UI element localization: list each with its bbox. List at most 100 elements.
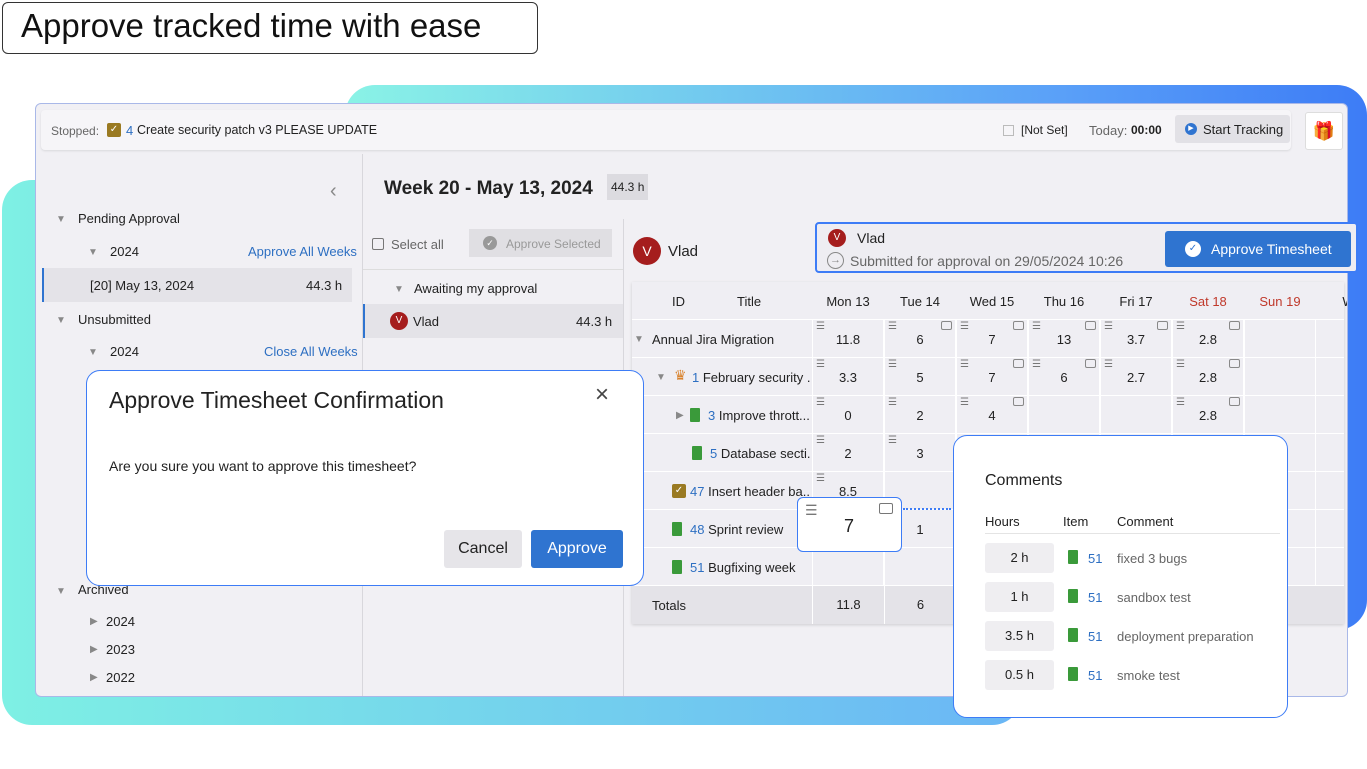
column-header[interactable]: Fri 17 — [1100, 294, 1172, 309]
column-header[interactable]: Sat 18 — [1172, 294, 1244, 309]
hours-cell[interactable]: ☰ 7 — [956, 320, 1028, 358]
timer-log-icon[interactable]: ☰ — [1032, 321, 1041, 333]
comment-icon[interactable] — [1229, 359, 1240, 368]
hours-cell[interactable] — [884, 548, 956, 586]
comment-icon[interactable] — [941, 321, 952, 330]
close-all-weeks-link[interactable]: Close All Weeks — [264, 344, 358, 359]
timer-log-icon[interactable]: ☰ — [816, 473, 825, 485]
hours-cell[interactable]: ☰ 2.8 — [1172, 358, 1244, 396]
timer-log-icon[interactable]: ☰ — [805, 502, 818, 519]
timer-log-icon[interactable]: ☰ — [960, 359, 969, 371]
close-icon[interactable]: × — [595, 381, 609, 409]
task-id[interactable]: 48 — [690, 522, 704, 537]
expand-icon[interactable]: ▶ — [90, 644, 98, 655]
timer-log-icon[interactable]: ☰ — [816, 359, 825, 371]
timer-log-icon[interactable]: ☰ — [888, 397, 897, 409]
expand-icon[interactable]: ▶ — [90, 672, 98, 683]
cancel-button[interactable]: Cancel — [444, 530, 522, 568]
column-header[interactable]: ID — [672, 294, 685, 309]
expand-icon[interactable]: ▼ — [56, 586, 66, 597]
pending-year[interactable]: 2024 — [110, 244, 139, 259]
comment-icon[interactable] — [1013, 397, 1024, 406]
timer-log-icon[interactable]: ☰ — [960, 397, 969, 409]
user-row-vlad[interactable]: V Vlad 44.3 h — [363, 304, 623, 338]
hours-cell[interactable] — [1244, 320, 1316, 358]
hours-cell[interactable]: ☰ 13 — [1028, 320, 1100, 358]
column-header[interactable]: Mon 13 — [812, 294, 884, 309]
task-id[interactable]: 3 — [708, 408, 715, 423]
comment-item-link[interactable]: 51 — [1088, 668, 1102, 683]
comment-hours[interactable]: 3.5 h — [985, 621, 1054, 651]
timer-log-icon[interactable]: ☰ — [1104, 359, 1113, 371]
column-header[interactable]: Title — [737, 294, 761, 309]
hours-cell[interactable]: ☰ 2.8 — [1172, 396, 1244, 434]
timer-log-icon[interactable]: ☰ — [888, 321, 897, 333]
comment-icon[interactable] — [879, 503, 893, 514]
comment-item-link[interactable]: 51 — [1088, 629, 1102, 644]
expand-icon[interactable]: ▼ — [56, 315, 66, 326]
timer-log-icon[interactable]: ☰ — [888, 359, 897, 371]
comment-icon[interactable] — [1229, 321, 1240, 330]
comment-icon[interactable] — [1157, 321, 1168, 330]
column-header[interactable]: Tue 14 — [884, 294, 956, 309]
hours-cell[interactable]: ☰ 2 — [812, 434, 884, 472]
task-id[interactable]: 1 — [692, 370, 699, 385]
approve-all-weeks-link[interactable]: Approve All Weeks — [248, 244, 357, 259]
not-set-label[interactable]: [Not Set] — [1021, 123, 1068, 137]
approve-button[interactable]: Approve — [531, 530, 623, 568]
archived-year[interactable]: 2024 — [106, 614, 135, 629]
timer-log-icon[interactable]: ☰ — [888, 435, 897, 447]
hours-cell[interactable] — [1244, 396, 1316, 434]
hours-cell[interactable] — [1244, 358, 1316, 396]
unsubmitted-year[interactable]: 2024 — [110, 344, 139, 359]
expand-icon[interactable]: ▼ — [394, 284, 404, 295]
hours-cell[interactable]: ☰ 0 — [812, 396, 884, 434]
comment-icon[interactable] — [1013, 359, 1024, 368]
hours-cell[interactable]: ☰ 2.7 — [1100, 358, 1172, 396]
pending-approval-group[interactable]: Pending Approval — [78, 211, 180, 226]
timer-log-icon[interactable]: ☰ — [960, 321, 969, 333]
hours-cell[interactable]: ☰ 6 — [884, 320, 956, 358]
gift-icon[interactable]: 🎁 — [1305, 112, 1343, 150]
comment-icon[interactable] — [1229, 397, 1240, 406]
timer-log-icon[interactable]: ☰ — [1032, 359, 1041, 371]
grid-row[interactable]: ▶ 3 Improve thrott... ☰ 0 ☰ 2 ☰ 4 ☰ 2.8 — [632, 396, 1344, 434]
hours-cell[interactable]: ☰ 3.3 — [812, 358, 884, 396]
expand-icon[interactable]: ▼ — [656, 372, 666, 383]
timer-log-icon[interactable]: ☰ — [816, 321, 825, 333]
timer-log-icon[interactable]: ☰ — [816, 435, 825, 447]
unsubmitted-group[interactable]: Unsubmitted — [78, 312, 151, 327]
archived-year[interactable]: 2023 — [106, 642, 135, 657]
hours-cell[interactable]: ☰ 4 — [956, 396, 1028, 434]
hours-cell[interactable] — [812, 548, 884, 586]
select-all-label[interactable]: Select all — [391, 237, 444, 252]
awaiting-group[interactable]: Awaiting my approval — [414, 281, 537, 296]
timer-log-icon[interactable]: ☰ — [1176, 397, 1185, 409]
hours-cell[interactable]: ☰ 7 — [956, 358, 1028, 396]
timer-log-icon[interactable]: ☰ — [1176, 321, 1185, 333]
task-title[interactable]: Create security patch v3 PLEASE UPDATE — [137, 123, 377, 137]
collapse-chevron-icon[interactable]: ‹ — [330, 180, 337, 203]
column-header[interactable]: We — [1316, 294, 1347, 309]
timer-log-icon[interactable]: ☰ — [1176, 359, 1185, 371]
expand-icon[interactable]: ▼ — [88, 347, 98, 358]
not-set-checkbox[interactable] — [1003, 125, 1014, 136]
task-id[interactable]: 5 — [710, 446, 717, 461]
hours-cell[interactable]: ☰ 5 — [884, 358, 956, 396]
hours-cell[interactable]: ☰ 11.8 — [812, 320, 884, 358]
comment-icon[interactable] — [1085, 321, 1096, 330]
grid-row[interactable]: ▼ Annual Jira Migration ☰ 11.8 ☰ 6 ☰ 7 ☰ 13 ☰ 3.7 ☰… — [632, 320, 1344, 358]
hours-cell[interactable]: ☰ 6 — [1028, 358, 1100, 396]
hours-cell[interactable]: ☰ 2.8 — [1172, 320, 1244, 358]
comment-hours[interactable]: 2 h — [985, 543, 1054, 573]
approve-timesheet-button[interactable]: ✓ Approve Timesheet — [1165, 231, 1351, 267]
expand-icon[interactable]: ▼ — [634, 334, 644, 345]
task-id[interactable]: 47 — [690, 484, 704, 499]
hours-cell[interactable]: ☰ 2 — [884, 396, 956, 434]
timer-log-icon[interactable]: ☰ — [816, 397, 825, 409]
hours-cell[interactable]: ☰ 3.7 — [1100, 320, 1172, 358]
expand-icon[interactable]: ▼ — [56, 214, 66, 225]
hours-cell[interactable] — [1100, 396, 1172, 434]
task-id[interactable]: 51 — [690, 560, 704, 575]
comment-item-link[interactable]: 51 — [1088, 590, 1102, 605]
